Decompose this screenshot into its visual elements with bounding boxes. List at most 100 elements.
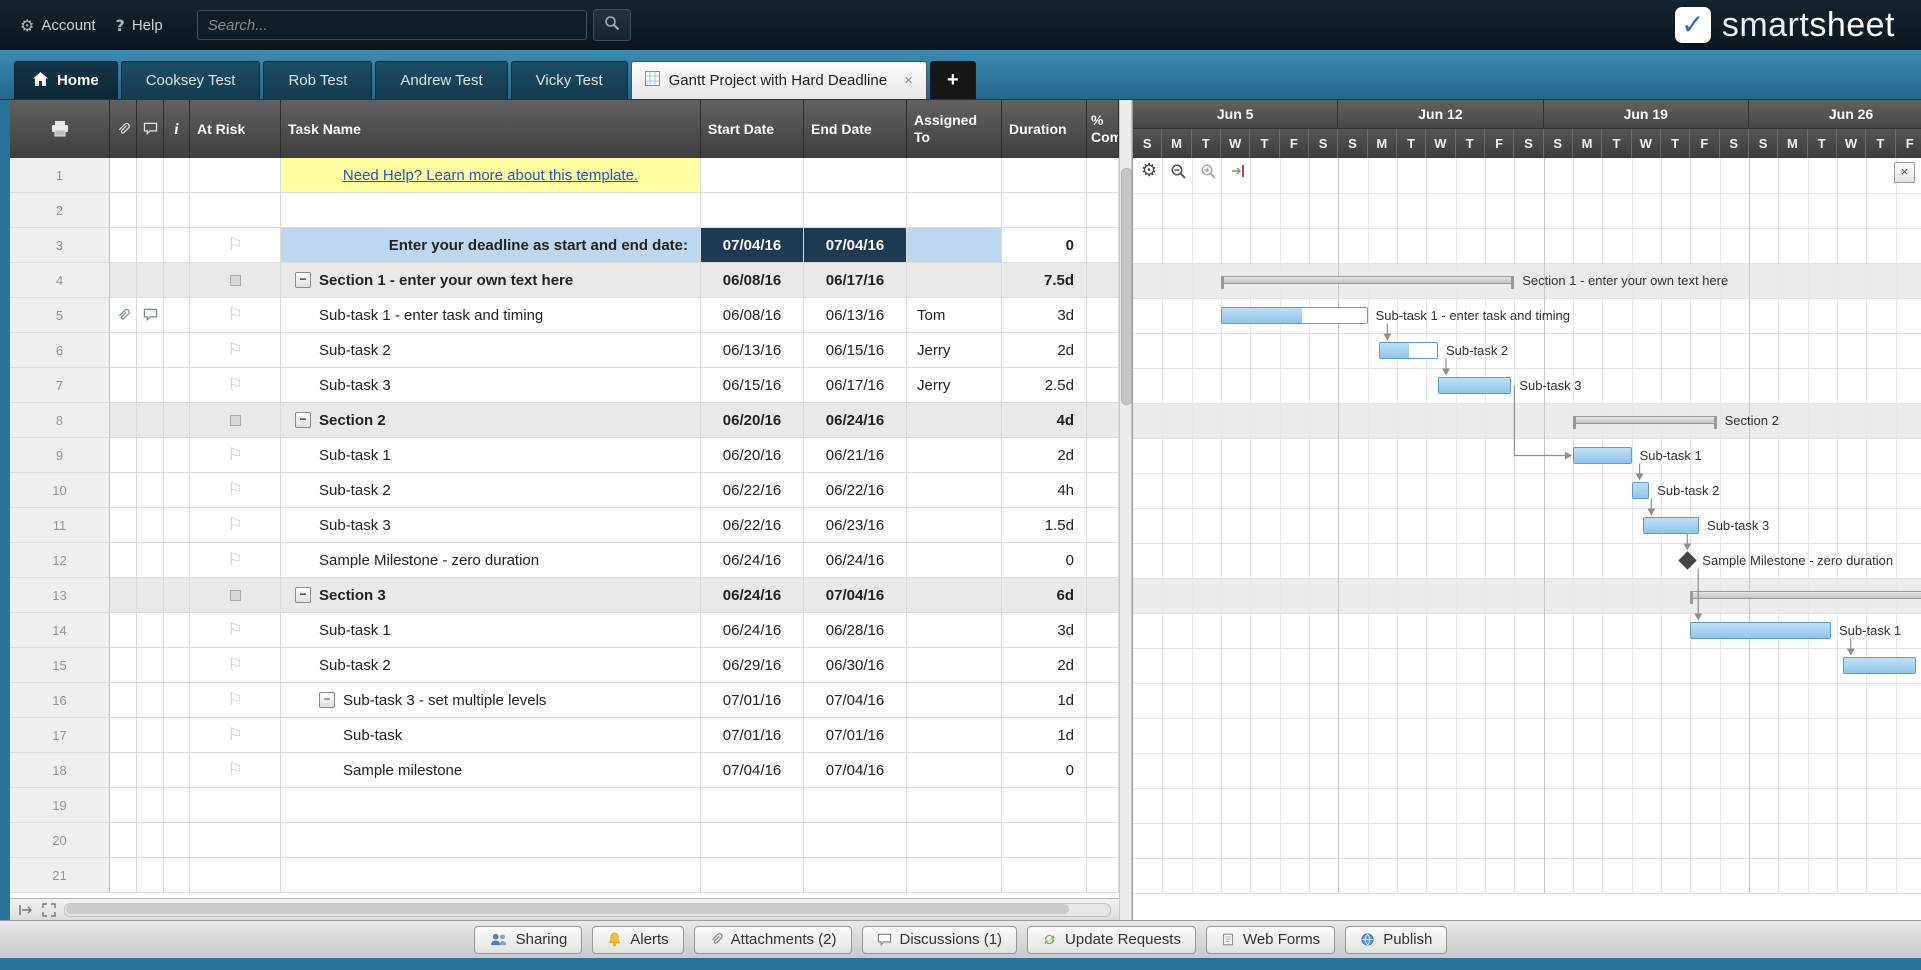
horizontal-scrollbar-thumb[interactable] bbox=[66, 903, 1070, 914]
flag-icon[interactable]: ⚐ bbox=[227, 726, 242, 744]
start-date-cell[interactable]: 06/24/16 bbox=[701, 613, 804, 648]
tab-vicky-test[interactable]: Vicky Test bbox=[510, 61, 628, 99]
end-date-cell[interactable]: 06/24/16 bbox=[804, 543, 907, 578]
duration-cell[interactable]: 7.5d bbox=[1002, 263, 1087, 298]
end-date-cell[interactable]: 07/04/16 bbox=[804, 753, 907, 788]
tab-andrew-test[interactable]: Andrew Test bbox=[375, 61, 508, 99]
end-date-cell[interactable]: 06/13/16 bbox=[804, 298, 907, 333]
row-number[interactable]: 3 bbox=[10, 228, 110, 263]
task-name-cell[interactable]: Sub-task 3 bbox=[281, 508, 701, 543]
row-number[interactable]: 14 bbox=[10, 613, 110, 648]
at-risk-cell[interactable] bbox=[190, 193, 281, 228]
flag-icon[interactable]: ⚐ bbox=[227, 236, 242, 254]
at-risk-cell[interactable] bbox=[190, 823, 281, 858]
gantt-task-bar[interactable] bbox=[1842, 657, 1917, 674]
task-name-cell[interactable]: Enter your deadline as start and end dat… bbox=[281, 228, 701, 263]
bottombar-publish[interactable]: Publish bbox=[1345, 925, 1448, 954]
pct-complete-cell[interactable] bbox=[1087, 823, 1119, 858]
at-risk-cell[interactable] bbox=[190, 158, 281, 193]
jump-to-row-icon[interactable] bbox=[18, 904, 34, 916]
assigned-cell[interactable] bbox=[907, 753, 1002, 788]
row-number[interactable]: 7 bbox=[10, 368, 110, 403]
assigned-cell[interactable]: Jerry bbox=[907, 368, 1002, 403]
end-date-cell[interactable]: 06/24/16 bbox=[804, 403, 907, 438]
gantt-settings-icon[interactable]: ⚙ bbox=[1141, 162, 1157, 180]
gantt-task-bar[interactable] bbox=[1690, 622, 1831, 639]
pct-complete-cell[interactable] bbox=[1087, 648, 1119, 683]
tab-rob-test[interactable]: Rob Test bbox=[263, 61, 373, 99]
assigned-cell[interactable] bbox=[907, 228, 1002, 263]
start-date-cell[interactable]: 06/15/16 bbox=[701, 368, 804, 403]
column-header-at-risk[interactable]: At Risk bbox=[190, 100, 281, 158]
bottombar-update-requests[interactable]: Update Requests bbox=[1027, 925, 1196, 954]
bottombar-alerts[interactable]: Alerts bbox=[592, 925, 684, 954]
duration-cell[interactable]: 4d bbox=[1002, 403, 1087, 438]
gantt-task-bar[interactable] bbox=[1572, 447, 1632, 464]
today-line-icon[interactable] bbox=[1230, 163, 1248, 179]
row-number[interactable]: 20 bbox=[10, 823, 110, 858]
pct-complete-cell[interactable] bbox=[1087, 508, 1119, 543]
row-number[interactable]: 4 bbox=[10, 263, 110, 298]
assigned-cell[interactable] bbox=[907, 613, 1002, 648]
task-name-cell[interactable]: − Section 2 bbox=[281, 403, 701, 438]
pct-complete-cell[interactable] bbox=[1087, 403, 1119, 438]
pct-complete-cell[interactable] bbox=[1087, 788, 1119, 823]
horizontal-scrollbar[interactable] bbox=[64, 902, 1111, 917]
start-date-cell[interactable]: 07/04/16 bbox=[701, 228, 804, 263]
gantt-task-bar[interactable] bbox=[1631, 482, 1650, 499]
vertical-scrollbar-thumb[interactable] bbox=[1121, 168, 1132, 405]
assigned-cell[interactable] bbox=[907, 718, 1002, 753]
bottombar-attachments-2-[interactable]: Attachments (2) bbox=[693, 925, 852, 954]
row-number[interactable]: 17 bbox=[10, 718, 110, 753]
duration-cell[interactable]: 0 bbox=[1002, 228, 1087, 263]
end-date-cell[interactable] bbox=[804, 788, 907, 823]
row-number[interactable]: 18 bbox=[10, 753, 110, 788]
tab-active-gantt-project[interactable]: Gantt Project with Hard Deadline × bbox=[630, 61, 927, 99]
start-date-cell[interactable] bbox=[701, 823, 804, 858]
flag-icon[interactable]: ⚐ bbox=[227, 306, 242, 324]
at-risk-cell[interactable]: ⚐ bbox=[190, 508, 281, 543]
bottombar-sharing[interactable]: Sharing bbox=[473, 925, 583, 954]
duration-cell[interactable]: 1.5d bbox=[1002, 508, 1087, 543]
at-risk-cell[interactable] bbox=[190, 788, 281, 823]
end-date-cell[interactable] bbox=[804, 858, 907, 893]
at-risk-cell[interactable]: ⚐ bbox=[190, 753, 281, 788]
duration-cell[interactable]: 0 bbox=[1002, 543, 1087, 578]
flag-icon[interactable]: ⚐ bbox=[227, 621, 242, 639]
start-date-cell[interactable]: 06/29/16 bbox=[701, 648, 804, 683]
at-risk-cell[interactable]: ⚐ bbox=[190, 333, 281, 368]
start-date-cell[interactable]: 07/01/16 bbox=[701, 683, 804, 718]
end-date-cell[interactable]: 07/04/16 bbox=[804, 228, 907, 263]
end-date-cell[interactable]: 07/04/16 bbox=[804, 683, 907, 718]
flag-icon[interactable]: ⚐ bbox=[227, 516, 242, 534]
pct-complete-cell[interactable] bbox=[1087, 193, 1119, 228]
at-risk-cell[interactable] bbox=[190, 578, 281, 613]
task-name-cell[interactable] bbox=[281, 193, 701, 228]
task-name-cell[interactable] bbox=[281, 788, 701, 823]
duration-cell[interactable]: 2.5d bbox=[1002, 368, 1087, 403]
row-number[interactable]: 1 bbox=[10, 158, 110, 193]
pct-complete-cell[interactable] bbox=[1087, 613, 1119, 648]
gantt-task-bar[interactable] bbox=[1643, 517, 1700, 534]
collapse-toggle[interactable]: − bbox=[295, 587, 311, 603]
end-date-cell[interactable] bbox=[804, 158, 907, 193]
duration-cell[interactable] bbox=[1002, 823, 1087, 858]
row-number[interactable]: 10 bbox=[10, 473, 110, 508]
at-risk-cell[interactable] bbox=[190, 403, 281, 438]
end-date-cell[interactable]: 06/23/16 bbox=[804, 508, 907, 543]
at-risk-cell[interactable]: ⚐ bbox=[190, 298, 281, 333]
column-header-start-date[interactable]: Start Date bbox=[701, 100, 804, 158]
row-number[interactable]: 8 bbox=[10, 403, 110, 438]
start-date-cell[interactable]: 06/08/16 bbox=[701, 263, 804, 298]
assigned-cell[interactable] bbox=[907, 403, 1002, 438]
task-name-cell[interactable]: − Sub-task 3 - set multiple levels bbox=[281, 683, 701, 718]
attachment-column-icon[interactable] bbox=[110, 100, 137, 158]
assigned-cell[interactable] bbox=[907, 193, 1002, 228]
pct-complete-cell[interactable] bbox=[1087, 718, 1119, 753]
end-date-cell[interactable]: 06/17/16 bbox=[804, 263, 907, 298]
task-name-cell[interactable]: − Section 3 bbox=[281, 578, 701, 613]
zoom-out-icon[interactable] bbox=[1170, 163, 1187, 180]
row-number[interactable]: 12 bbox=[10, 543, 110, 578]
start-date-cell[interactable]: 07/04/16 bbox=[701, 753, 804, 788]
flag-icon[interactable]: ⚐ bbox=[227, 551, 242, 569]
